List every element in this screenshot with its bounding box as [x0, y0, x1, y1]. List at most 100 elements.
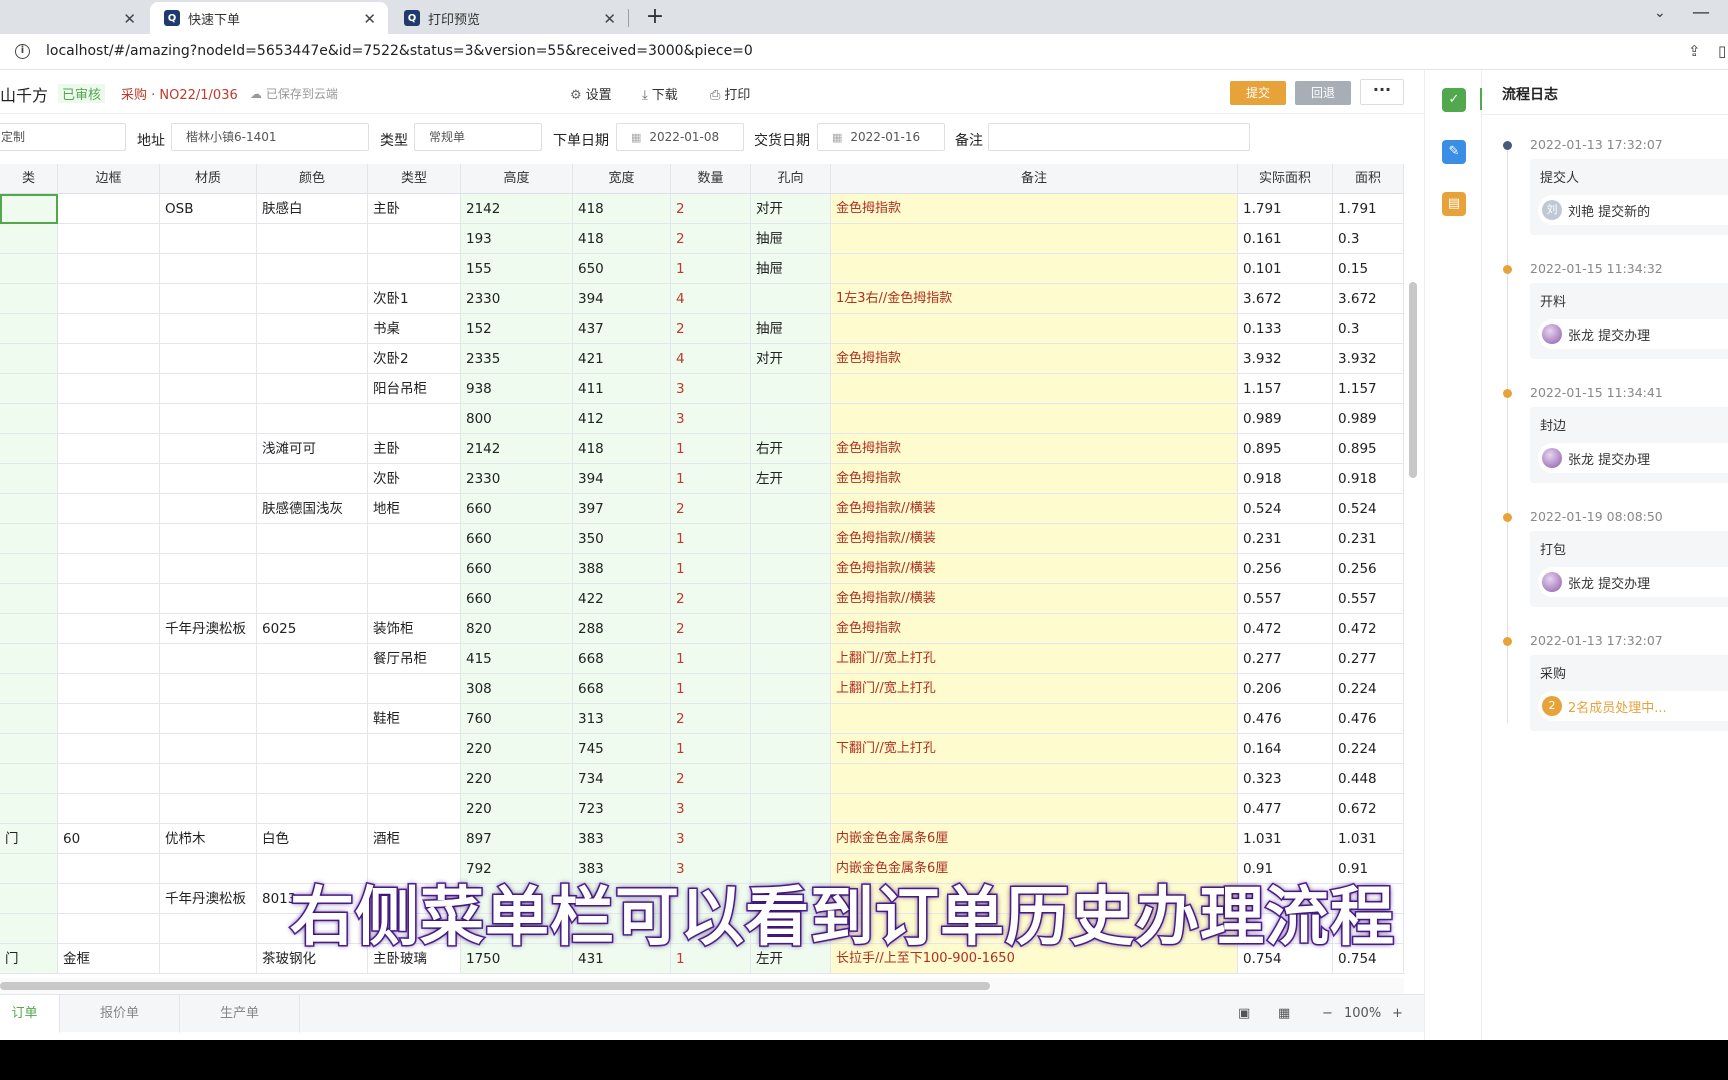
table-cell[interactable]: 4	[671, 284, 751, 314]
column-header[interactable]: 孔向	[751, 164, 831, 194]
table-cell[interactable]	[0, 914, 58, 944]
table-cell[interactable]: 0.3	[1333, 314, 1404, 344]
table-cell[interactable]	[0, 254, 58, 284]
table-cell[interactable]: 0.524	[1238, 494, 1333, 524]
horizontal-scrollbar[interactable]	[0, 978, 1404, 994]
table-cell[interactable]	[0, 434, 58, 464]
table-cell[interactable]: 左开	[751, 464, 831, 494]
table-cell[interactable]	[368, 584, 461, 614]
table-cell[interactable]	[368, 764, 461, 794]
table-cell[interactable]	[257, 704, 368, 734]
table-cell[interactable]: 0.164	[1238, 734, 1333, 764]
tab-close-icon[interactable]: ✕	[123, 10, 136, 28]
url-text[interactable]: localhost/#/amazing?nodeId=5653447e&id=7…	[46, 43, 753, 59]
table-cell[interactable]: 1.791	[1333, 194, 1404, 224]
table-cell[interactable]	[160, 674, 257, 704]
table-cell[interactable]: 抽屉	[751, 314, 831, 344]
table-cell[interactable]: 734	[573, 764, 671, 794]
table-cell[interactable]	[0, 644, 58, 674]
table-cell[interactable]	[257, 644, 368, 674]
table-cell[interactable]	[751, 614, 831, 644]
table-cell[interactable]: 411	[573, 374, 671, 404]
table-cell[interactable]: 2142	[461, 434, 573, 464]
table-cell[interactable]: 0.101	[1238, 254, 1333, 284]
sheet-tab-order[interactable]: 订单	[0, 995, 60, 1033]
table-cell[interactable]	[751, 494, 831, 524]
table-cell[interactable]: 1	[671, 674, 751, 704]
table-cell[interactable]	[831, 704, 1238, 734]
table-cell[interactable]	[751, 284, 831, 314]
table-cell[interactable]	[58, 224, 160, 254]
table-cell[interactable]	[0, 374, 58, 404]
more-button[interactable]: ···	[1360, 79, 1404, 105]
remark-field[interactable]	[988, 123, 1250, 151]
table-cell[interactable]: 优栉木	[160, 824, 257, 854]
table-cell[interactable]	[58, 374, 160, 404]
table-cell[interactable]	[58, 434, 160, 464]
table-cell[interactable]	[257, 404, 368, 434]
table-cell[interactable]: 6025	[257, 614, 368, 644]
table-cell[interactable]	[751, 524, 831, 554]
table-cell[interactable]	[0, 584, 58, 614]
table-cell[interactable]	[751, 794, 831, 824]
table-cell[interactable]: 书桌	[368, 314, 461, 344]
table-cell[interactable]	[751, 374, 831, 404]
table-cell[interactable]: 394	[573, 464, 671, 494]
table-cell[interactable]	[0, 884, 58, 914]
table-cell[interactable]: 上翻门//宽上打孔	[831, 674, 1238, 704]
column-header[interactable]: 材质	[160, 164, 257, 194]
table-cell[interactable]: 313	[573, 704, 671, 734]
table-cell[interactable]: 2	[671, 704, 751, 734]
table-cell[interactable]: 肤感德国浅灰	[257, 494, 368, 524]
table-cell[interactable]: 383	[573, 824, 671, 854]
table-cell[interactable]	[257, 764, 368, 794]
column-header[interactable]: 面积	[1333, 164, 1404, 194]
table-cell[interactable]: 白色	[257, 824, 368, 854]
table-cell[interactable]: 0.161	[1238, 224, 1333, 254]
table-cell[interactable]	[0, 734, 58, 764]
table-cell[interactable]: 0.3	[1333, 224, 1404, 254]
table-cell[interactable]	[257, 314, 368, 344]
table-cell[interactable]: 1左3右//金色拇指款	[831, 284, 1238, 314]
table-cell[interactable]: 3.932	[1333, 344, 1404, 374]
table-cell[interactable]	[368, 734, 461, 764]
table-cell[interactable]	[58, 644, 160, 674]
table-cell[interactable]	[257, 284, 368, 314]
table-cell[interactable]: 2335	[461, 344, 573, 374]
table-cell[interactable]: 0.206	[1238, 674, 1333, 704]
column-header[interactable]: 实际面积	[1238, 164, 1333, 194]
table-cell[interactable]: 660	[461, 584, 573, 614]
table-cell[interactable]	[0, 524, 58, 554]
view-mode-icon[interactable]: ▣	[1238, 1006, 1250, 1021]
browser-tab-quick-order[interactable]: Q 快速下单 ✕	[150, 2, 388, 34]
table-cell[interactable]: 288	[573, 614, 671, 644]
table-cell[interactable]: 金框	[58, 944, 160, 974]
table-cell[interactable]: 2	[671, 314, 751, 344]
table-cell[interactable]: 金色拇指款//横装	[831, 494, 1238, 524]
table-cell[interactable]	[751, 644, 831, 674]
table-cell[interactable]: 660	[461, 554, 573, 584]
table-cell[interactable]	[751, 674, 831, 704]
column-header[interactable]: 数量	[671, 164, 751, 194]
table-cell[interactable]: 1	[671, 644, 751, 674]
table-cell[interactable]	[58, 554, 160, 584]
table-cell[interactable]: 2	[671, 494, 751, 524]
sheet-tab-production[interactable]: 生产单	[180, 995, 300, 1033]
table-cell[interactable]	[0, 404, 58, 434]
table-cell[interactable]: 660	[461, 494, 573, 524]
table-cell[interactable]: 金色拇指款//横装	[831, 584, 1238, 614]
table-cell[interactable]	[0, 314, 58, 344]
table-cell[interactable]	[58, 704, 160, 734]
tab-close-icon[interactable]: ✕	[363, 10, 376, 28]
table-cell[interactable]	[0, 854, 58, 884]
table-cell[interactable]: 0.15	[1333, 254, 1404, 284]
settings-button[interactable]: ⚙ 设置	[570, 84, 612, 103]
table-cell[interactable]: 0.224	[1333, 734, 1404, 764]
table-cell[interactable]: 3	[671, 824, 751, 854]
table-cell[interactable]: 0.918	[1238, 464, 1333, 494]
table-cell[interactable]: 阳台吊柜	[368, 374, 461, 404]
table-cell[interactable]	[160, 254, 257, 284]
table-cell[interactable]: 1	[671, 524, 751, 554]
table-cell[interactable]: 800	[461, 404, 573, 434]
table-cell[interactable]	[257, 674, 368, 704]
